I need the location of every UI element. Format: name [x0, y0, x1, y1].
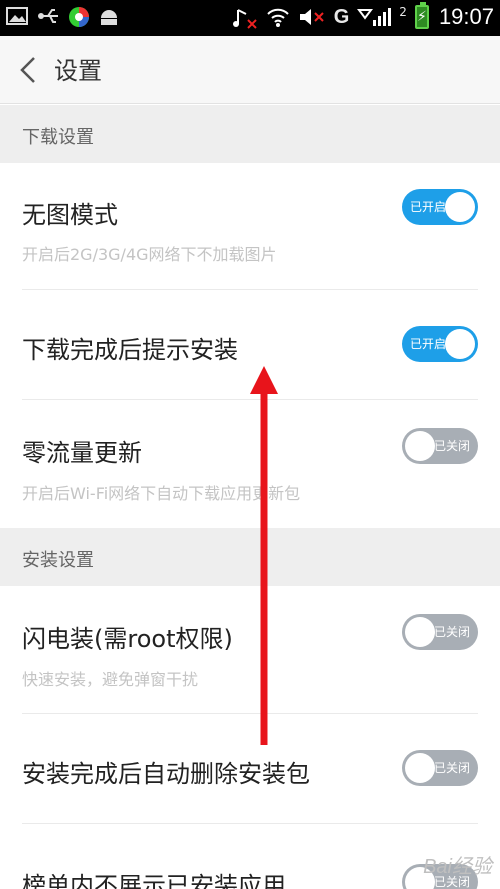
setting-title: 下载完成后提示安装: [22, 336, 238, 364]
toggle-label: 已关闭: [433, 761, 470, 775]
android-icon: [98, 6, 120, 28]
setting-row-lightning-install[interactable]: 闪电装(需root权限) 快速安装，避免弹窗干扰 已关闭: [0, 586, 500, 714]
toggle-label: 已关闭: [433, 625, 470, 639]
wifi-icon: [266, 6, 290, 28]
gallery-icon: [6, 6, 28, 28]
setting-row-install-prompt[interactable]: 下载完成后提示安装 已开启: [0, 290, 500, 400]
setting-title: 安装完成后自动删除安装包: [22, 760, 310, 788]
setting-title: 零流量更新: [22, 439, 142, 467]
toggle-knob: [405, 431, 435, 461]
network-type: G: [333, 6, 350, 28]
toggle-switch[interactable]: 已关闭: [402, 428, 478, 464]
chevron-left-icon: [20, 57, 35, 83]
signal-icon: [357, 6, 399, 28]
status-time: 19:07: [438, 4, 494, 29]
section-label: 安装设置: [22, 550, 94, 571]
usb-icon: [36, 6, 60, 28]
page-title: 设置: [54, 57, 102, 85]
toggle-knob: [405, 617, 435, 647]
toggle-knob: [445, 329, 475, 359]
toggle-knob: [445, 192, 475, 222]
header-bar: 设置: [0, 36, 500, 104]
setting-title: 无图模式: [22, 201, 118, 229]
setting-row-zero-data-update[interactable]: 零流量更新 开启后Wi-Fi网络下自动下载应用更新包 已关闭: [0, 400, 500, 528]
setting-title: 榜单内不展示已安装应用: [22, 872, 286, 889]
toggle-switch[interactable]: 已关闭: [402, 750, 478, 786]
toggle-label: 已关闭: [433, 439, 470, 453]
status-bar: G 2 ⚡ 19:07: [0, 0, 500, 36]
setting-row-auto-delete-package[interactable]: 安装完成后自动删除安装包 已关闭: [0, 714, 500, 824]
setting-desc: 快速安装，避免弹窗干扰: [22, 670, 199, 689]
toggle-switch[interactable]: 已关闭: [402, 614, 478, 650]
watermark: Bai经验: [423, 856, 492, 878]
back-button[interactable]: [14, 50, 44, 90]
setting-desc: 开启后Wi-Fi网络下自动下载应用更新包: [22, 484, 301, 503]
section-download-settings: 下载设置: [0, 105, 500, 163]
signal-suffix: 2: [399, 5, 407, 19]
toggle-label: 已开启: [410, 200, 447, 214]
setting-desc: 开启后2G/3G/4G网络下不加载图片: [22, 245, 277, 264]
toggle-knob: [405, 753, 435, 783]
music-muted-icon: [232, 6, 258, 29]
setting-title: 闪电装(需root权限): [22, 625, 233, 653]
section-label: 下载设置: [22, 127, 94, 148]
toggle-label: 已开启: [410, 337, 447, 351]
battery-icon: ⚡: [414, 2, 429, 29]
section-install-settings: 安装设置: [0, 528, 500, 586]
setting-row-no-image-mode[interactable]: 无图模式 开启后2G/3G/4G网络下不加载图片 已开启: [0, 163, 500, 290]
toggle-switch[interactable]: 已开启: [402, 326, 478, 362]
toggle-switch[interactable]: 已开启: [402, 189, 478, 225]
volume-muted-icon: [298, 6, 326, 28]
browser-icon: [68, 6, 90, 28]
